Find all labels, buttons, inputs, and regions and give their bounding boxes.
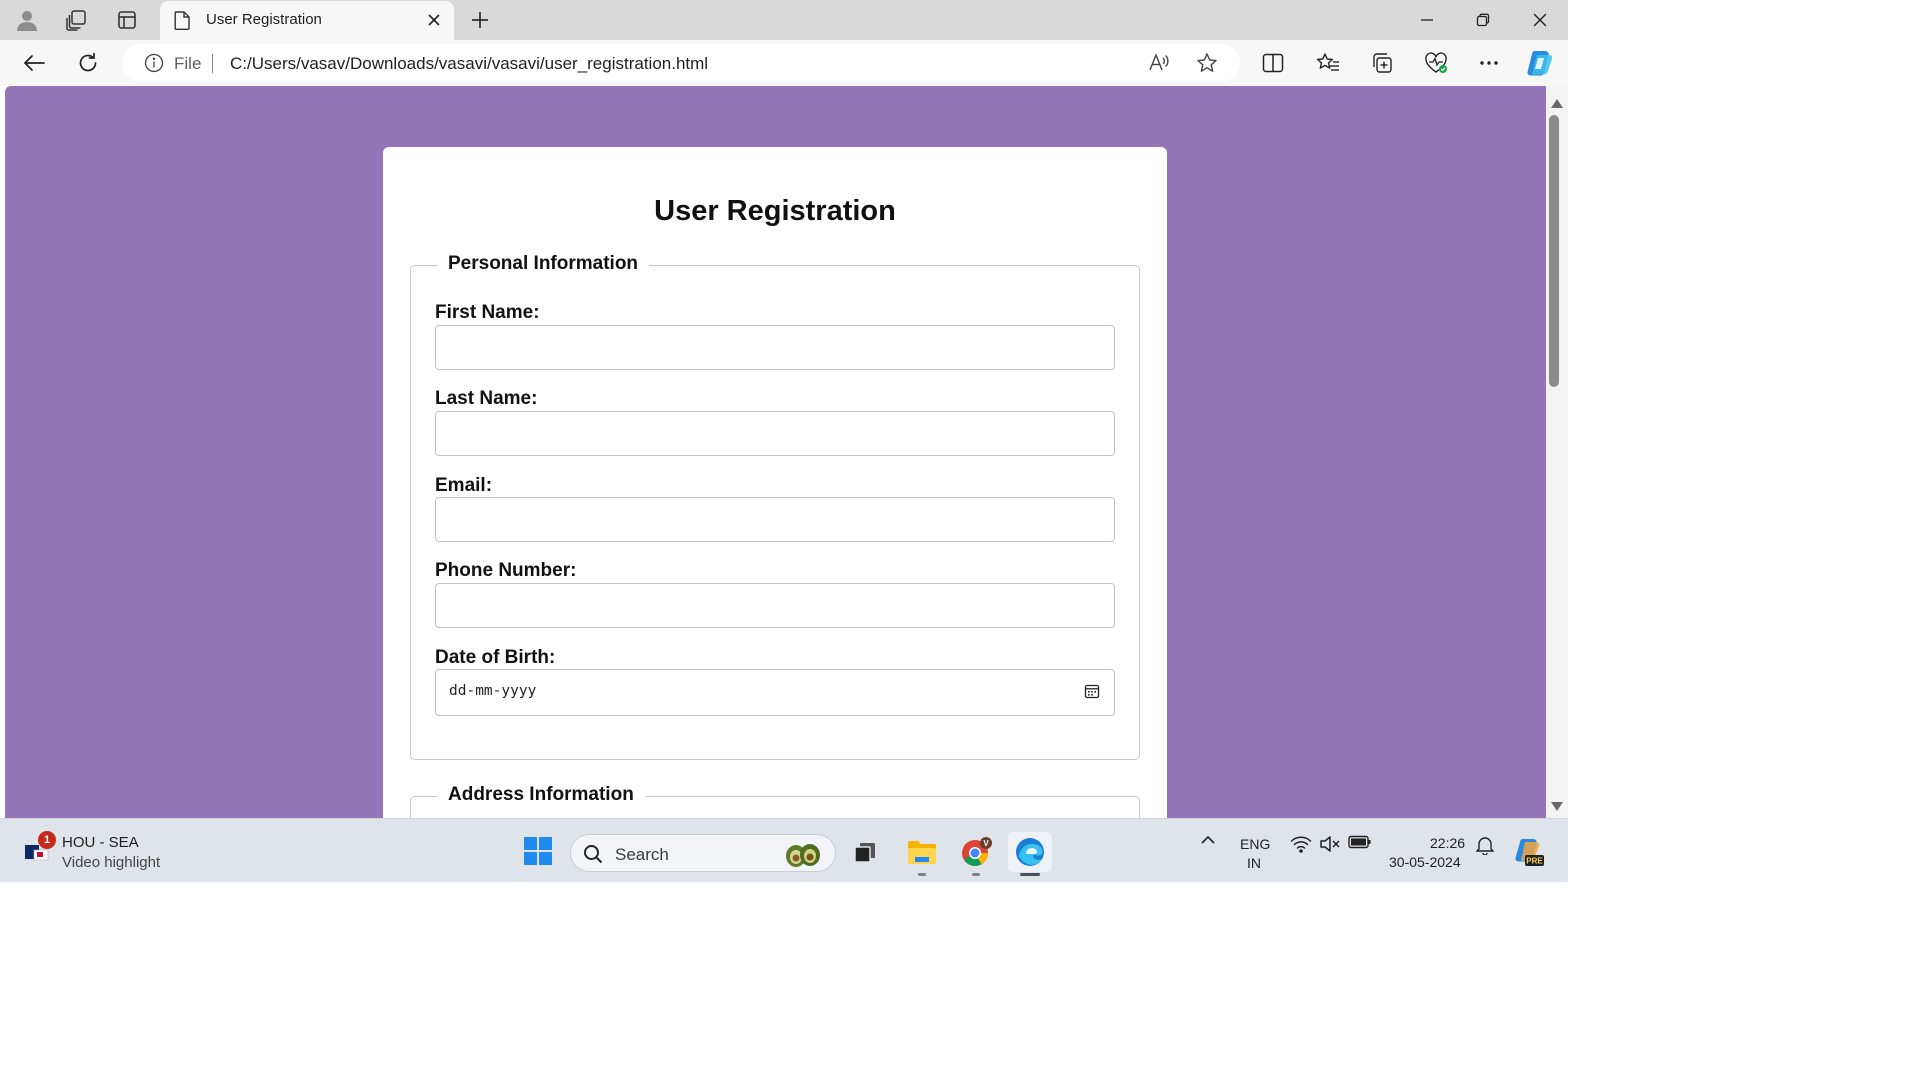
scroll-down-icon[interactable]	[1551, 798, 1563, 816]
close-icon[interactable]	[424, 10, 444, 30]
first-name-label: First Name:	[435, 302, 540, 323]
last-name-label: Last Name:	[435, 388, 538, 409]
date-of-birth-label: Date of Birth:	[435, 647, 556, 668]
file-explorer-icon[interactable]	[902, 832, 942, 872]
date-placeholder: dd-mm-yyyy	[449, 683, 537, 699]
collections-icon[interactable]	[1366, 48, 1398, 78]
clock-time[interactable]: 22:26	[1430, 835, 1465, 851]
address-bar[interactable]: File C:/Users/vasav/Downloads/vasavi/vas…	[122, 44, 1240, 82]
notification-badge: 1	[38, 831, 56, 849]
tab-actions-icon[interactable]	[111, 5, 143, 35]
scheme-label: File	[174, 54, 202, 73]
notification-bell-icon[interactable]	[1474, 835, 1496, 855]
search-label: Search	[615, 845, 669, 864]
tab-title: User Registration	[206, 11, 322, 28]
favorites-icon[interactable]	[1312, 48, 1344, 78]
search-icon	[583, 844, 603, 869]
task-view-icon[interactable]	[845, 832, 885, 872]
copilot-icon[interactable]	[1524, 48, 1556, 78]
running-indicator	[972, 873, 980, 876]
taskbar-search[interactable]: Search	[570, 834, 836, 872]
browser-toolbar: File C:/Users/vasav/Downloads/vasavi/vas…	[0, 40, 1568, 86]
wifi-icon[interactable]	[1288, 835, 1314, 853]
copilot-badge: PRE	[1526, 857, 1543, 866]
news-title: HOU - SEA	[62, 834, 139, 851]
section-legend: Address Information	[437, 784, 645, 806]
url-text[interactable]: C:/Users/vasav/Downloads/vasavi/vasavi/u…	[230, 54, 708, 74]
phone-number-label: Phone Number:	[435, 560, 577, 581]
email-input[interactable]	[435, 497, 1115, 542]
minimize-icon[interactable]	[1399, 0, 1455, 40]
first-name-input[interactable]	[435, 325, 1115, 370]
favorite-star-icon[interactable]	[1196, 52, 1218, 79]
phone-number-input[interactable]	[435, 583, 1115, 628]
split-screen-icon[interactable]	[1257, 48, 1289, 78]
scrollbar-thumb[interactable]	[1549, 115, 1559, 387]
copilot-icon[interactable]: PRE	[1512, 837, 1546, 867]
calendar-icon[interactable]	[1084, 683, 1100, 704]
svg-text:V: V	[983, 839, 989, 848]
last-name-input[interactable]	[435, 411, 1115, 456]
region-label[interactable]: IN	[1247, 855, 1261, 871]
edge-icon[interactable]	[1008, 832, 1052, 872]
language-label[interactable]: ENG	[1240, 836, 1270, 852]
back-icon[interactable]	[16, 46, 52, 80]
workspaces-icon[interactable]	[60, 5, 92, 35]
page-viewport: User Registration Personal Information F…	[5, 86, 1546, 818]
read-aloud-icon[interactable]	[1148, 52, 1170, 79]
news-subtitle: Video highlight	[62, 854, 161, 871]
windows-start-icon[interactable]	[522, 835, 554, 872]
taskbar: 1 HOU - SEA Video highlight Search V ENG…	[0, 818, 1568, 882]
scroll-up-icon[interactable]	[1551, 95, 1563, 113]
info-icon[interactable]	[144, 53, 164, 78]
search-highlight-icon	[783, 840, 823, 873]
running-indicator	[918, 873, 926, 876]
chevron-up-icon[interactable]	[1196, 835, 1220, 845]
registration-card: User Registration Personal Information F…	[383, 147, 1167, 818]
vertical-scrollbar[interactable]	[1546, 86, 1568, 818]
refresh-icon[interactable]	[70, 46, 106, 80]
more-icon[interactable]	[1473, 48, 1505, 78]
browser-essentials-icon[interactable]	[1420, 48, 1452, 78]
active-indicator	[1020, 873, 1040, 876]
speaker-muted-icon[interactable]	[1317, 835, 1343, 853]
address-divider	[212, 54, 213, 73]
profile-icon[interactable]	[11, 5, 43, 35]
address-information-section: Address Information	[410, 784, 1140, 818]
new-tab-icon[interactable]	[466, 7, 494, 33]
close-icon[interactable]	[1512, 0, 1568, 40]
personal-information-section: Personal Information First Name: Last Na…	[410, 253, 1140, 760]
battery-icon[interactable]	[1347, 835, 1373, 849]
document-icon	[174, 11, 190, 35]
email-label: Email:	[435, 475, 493, 496]
date-of-birth-input[interactable]: dd-mm-yyyy	[435, 669, 1115, 716]
section-legend: Personal Information	[437, 253, 650, 275]
page-title: User Registration	[654, 195, 896, 227]
browser-title-bar: User Registration	[0, 0, 1568, 40]
active-tab[interactable]: User Registration	[160, 1, 454, 40]
chrome-icon[interactable]: V	[956, 832, 996, 872]
restore-icon[interactable]	[1455, 0, 1511, 40]
clock-date[interactable]: 30-05-2024	[1389, 854, 1461, 870]
